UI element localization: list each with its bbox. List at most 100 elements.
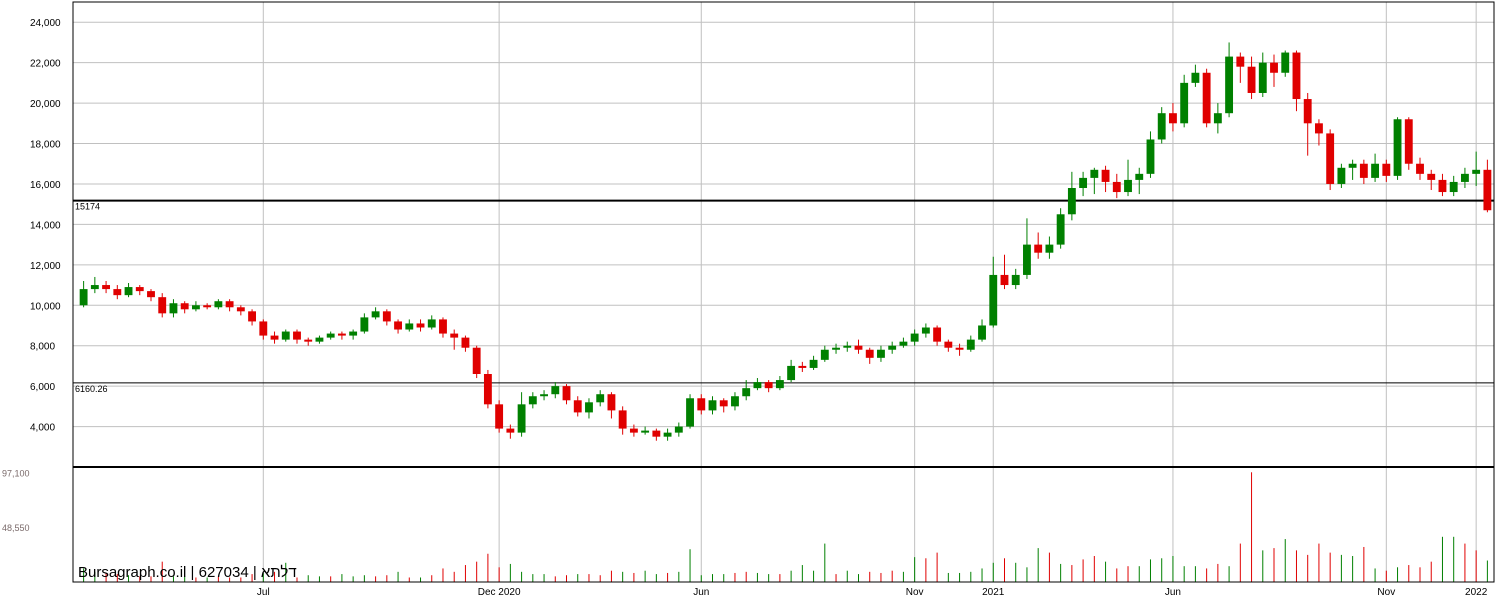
candle-body	[652, 430, 661, 437]
candle-body	[731, 396, 739, 407]
candle-body	[124, 287, 133, 296]
candle-body	[888, 345, 897, 350]
candle-body	[989, 274, 998, 326]
candle-body	[1011, 274, 1020, 286]
candle-body	[607, 394, 616, 411]
candle-body	[439, 319, 447, 334]
volume-tick-label: 48,550	[2, 523, 30, 533]
candle-body	[135, 287, 144, 292]
x-tick-label: Jul	[257, 587, 270, 598]
candle-body	[775, 380, 784, 389]
candle-body	[360, 317, 369, 332]
candle-body	[629, 428, 638, 433]
candle-body	[618, 410, 627, 429]
candle-body	[1023, 244, 1031, 275]
candle-body	[1157, 113, 1166, 140]
candle-body	[450, 333, 459, 338]
candle-body	[248, 311, 256, 322]
candle-body	[877, 349, 885, 358]
candle-body	[1292, 52, 1301, 100]
candle-body	[158, 297, 167, 314]
candle-body	[1382, 163, 1391, 176]
candle-body	[1337, 167, 1346, 184]
candle-body	[1191, 72, 1200, 83]
candle-body	[742, 388, 751, 397]
y-tick-label: 10,000	[30, 301, 61, 312]
candle-body	[1348, 163, 1357, 168]
candle-body	[1483, 169, 1492, 211]
candle-body	[90, 285, 99, 290]
candle-body	[79, 289, 88, 306]
candle-body	[832, 347, 840, 350]
candle-body	[753, 382, 762, 389]
candle-body	[495, 404, 504, 429]
candle-body	[697, 398, 706, 411]
candle-body	[180, 303, 189, 310]
candle-body	[843, 345, 852, 348]
candle-body	[1225, 56, 1234, 114]
candle-body	[1180, 82, 1189, 124]
candle-body	[551, 386, 560, 395]
x-tick-label: 2021	[982, 587, 1005, 598]
x-tick-label: Jun	[1165, 587, 1181, 598]
y-tick-label: 16,000	[30, 180, 61, 191]
candle-body	[326, 333, 335, 338]
y-tick-label: 20,000	[30, 99, 61, 110]
candle-body	[1258, 62, 1267, 93]
y-tick-label: 22,000	[30, 59, 61, 70]
candle-body	[225, 301, 234, 308]
candle-body	[562, 386, 571, 401]
candle-body	[483, 374, 492, 405]
candle-body	[1169, 113, 1177, 124]
candle-body	[1303, 99, 1312, 124]
candle-body	[1202, 72, 1211, 124]
candle-body	[1416, 163, 1424, 174]
candle-body	[1427, 173, 1436, 180]
candle-body	[1315, 123, 1323, 134]
candle-body	[1079, 177, 1088, 188]
candle-body	[933, 327, 942, 342]
candle-body	[517, 404, 526, 433]
candle-body	[1045, 244, 1054, 253]
candle-body	[573, 400, 582, 413]
candle-body	[686, 398, 694, 427]
candle-body	[708, 400, 717, 411]
candle-body	[270, 335, 279, 340]
y-tick-label: 18,000	[30, 140, 61, 151]
candle-body	[1460, 173, 1469, 182]
candle-body	[966, 339, 975, 350]
candle-body	[854, 345, 863, 350]
candle-body	[1270, 62, 1278, 73]
candle-body	[1359, 163, 1368, 178]
candle-body	[461, 337, 470, 348]
candle-body	[1112, 181, 1121, 193]
reference-line-label: 15174	[75, 202, 100, 212]
y-tick-label: 4,000	[30, 423, 55, 434]
candle-body	[719, 400, 728, 407]
candle-body	[371, 311, 380, 318]
candle-body	[416, 323, 425, 328]
candle-body	[528, 396, 537, 405]
candle-body	[1090, 169, 1099, 178]
candle-body	[1326, 133, 1335, 184]
x-tick-label: Nov	[1377, 587, 1395, 598]
candle-body	[1056, 214, 1065, 245]
candle-body	[1101, 169, 1110, 182]
candle-body	[764, 382, 773, 389]
candle-body	[304, 339, 313, 342]
candle-body	[1067, 188, 1076, 215]
candle-body	[921, 327, 930, 334]
candle-body	[596, 394, 605, 403]
x-tick-label: Dec 2020	[478, 587, 521, 598]
candle-body	[641, 430, 650, 433]
candle-body	[865, 349, 874, 358]
x-tick-label: 2022	[1465, 587, 1488, 598]
candle-body	[405, 323, 414, 330]
candle-body	[236, 307, 245, 312]
candle-body	[102, 285, 111, 290]
candle-body	[259, 321, 268, 336]
candle-body	[1034, 244, 1043, 253]
candle-body	[1146, 139, 1155, 174]
candle-body	[1247, 66, 1256, 93]
chart-background	[0, 0, 1496, 598]
